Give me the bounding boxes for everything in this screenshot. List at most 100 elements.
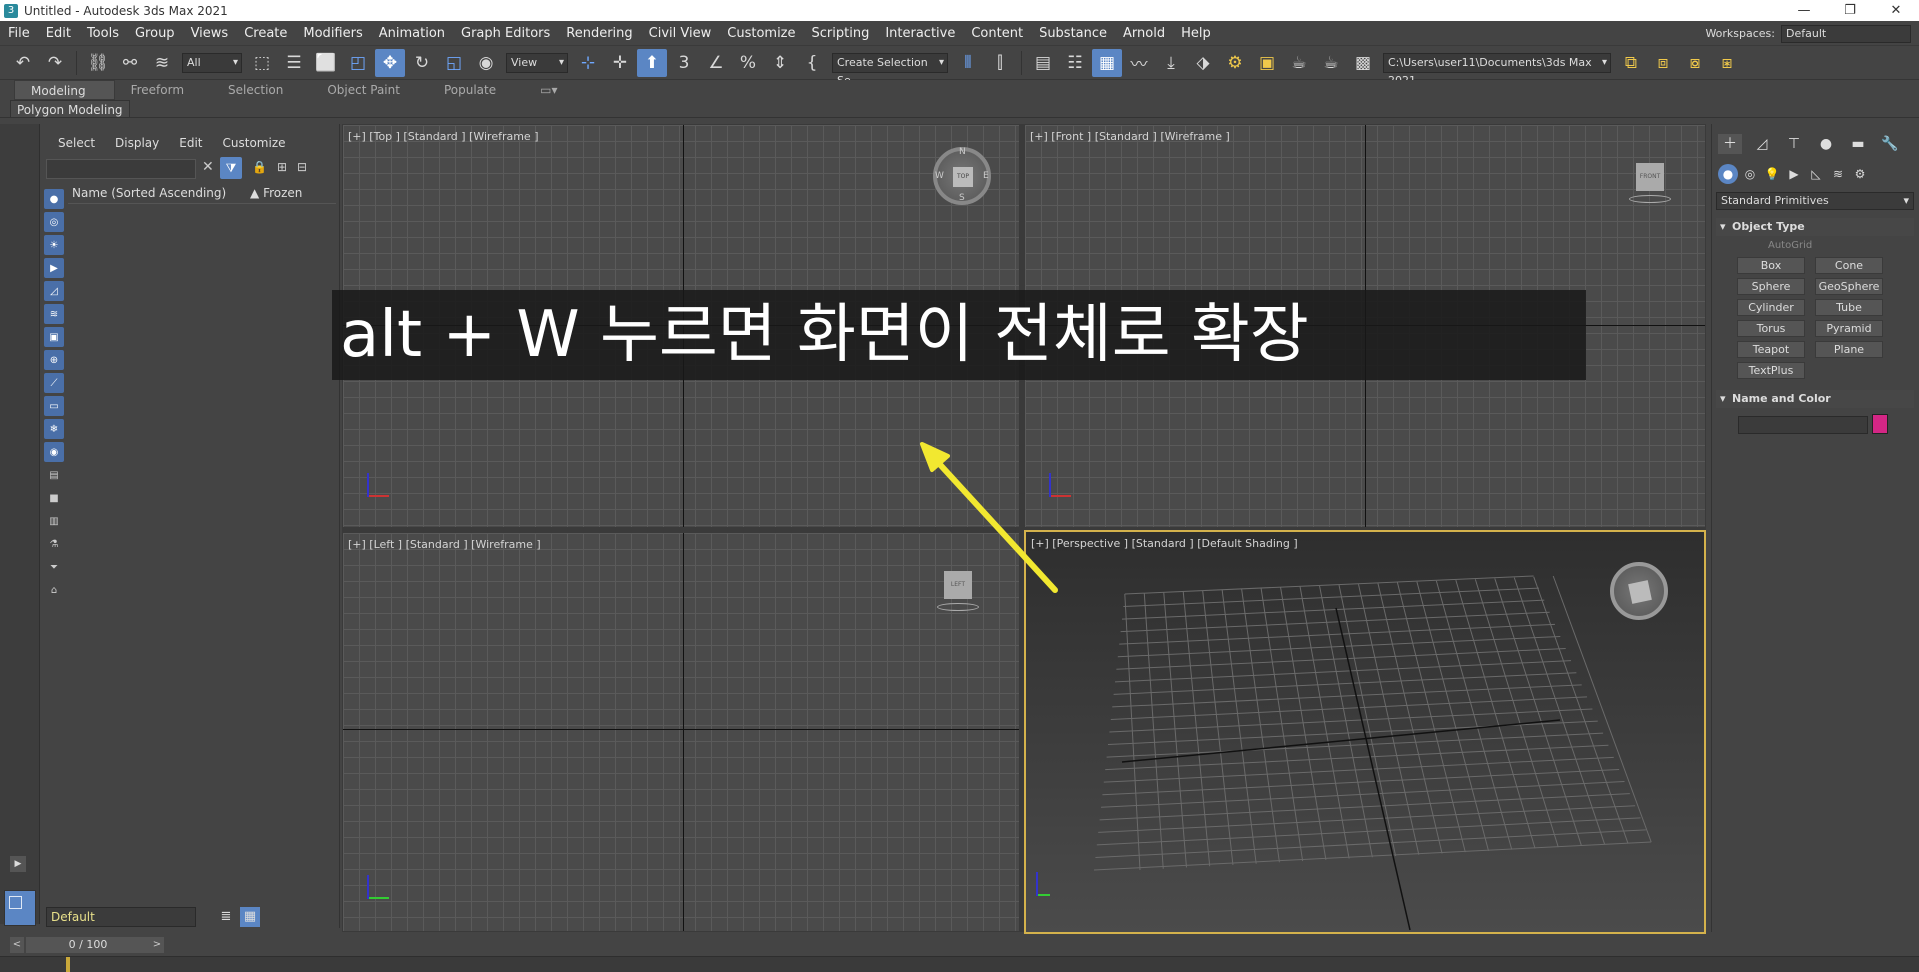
expand-strip-icon[interactable]: ▶	[10, 856, 26, 872]
menu-animation[interactable]: Animation	[371, 21, 453, 46]
spacewarps-filter-icon[interactable]: ≋	[44, 304, 64, 324]
menu-views[interactable]: Views	[183, 21, 237, 46]
frozen-filter-icon[interactable]: ❄	[44, 419, 64, 439]
toggle-scene-explorer-icon[interactable]: ▤	[1028, 49, 1058, 77]
viewcube-front[interactable]: FRONT	[1629, 163, 1671, 213]
funnel-icon[interactable]: ⏷	[44, 557, 64, 577]
pyramid-button[interactable]: Pyramid	[1815, 320, 1883, 337]
autogrid-checkbox[interactable]: AutoGrid	[1768, 240, 1812, 251]
geometry-filter-icon[interactable]: ●	[44, 189, 64, 209]
explorer-menu-select[interactable]: Select	[58, 136, 95, 150]
hierarchy-tab-icon[interactable]: ⊤	[1782, 134, 1806, 154]
explorer-menu-edit[interactable]: Edit	[179, 136, 202, 150]
tab-modeling[interactable]: Modeling	[14, 80, 115, 100]
polygon-modeling-panel[interactable]: Polygon Modeling	[10, 100, 130, 118]
minimize-button[interactable]: —	[1781, 0, 1827, 21]
spinner-snap-icon[interactable]: ⇕	[765, 49, 795, 77]
material-editor-icon[interactable]: ⬗	[1188, 49, 1218, 77]
align-icon[interactable]: ⫿	[985, 49, 1015, 77]
render-production-icon[interactable]: ☕	[1284, 49, 1314, 77]
helpers-filter-icon[interactable]: ◿	[44, 281, 64, 301]
project-open-icon[interactable]: ⧈	[1648, 49, 1678, 77]
project-settings-icon[interactable]: ⧆	[1712, 49, 1742, 77]
cameras-category-icon[interactable]: ▶	[1784, 164, 1804, 184]
systems-category-icon[interactable]: ⚙	[1850, 164, 1870, 184]
xrefs-filter-icon[interactable]: ⊕	[44, 350, 64, 370]
none-filter-icon[interactable]: ■	[44, 488, 64, 508]
named-selection-dropdown[interactable]: Create Selection Se	[832, 52, 948, 87]
track-bar[interactable]	[0, 956, 1919, 972]
column-frozen[interactable]: ▲ Frozen	[246, 186, 302, 203]
angle-snap-icon[interactable]: ∠	[701, 49, 731, 77]
selection-filter-dropdown[interactable]: All	[182, 52, 242, 73]
explorer-list[interactable]	[68, 206, 336, 926]
cylinder-button[interactable]: Cylinder	[1737, 299, 1805, 316]
find-icon[interactable]: ⚗	[44, 534, 64, 554]
percent-snap-icon[interactable]: %	[733, 49, 763, 77]
viewport-left[interactable]: [+] [Left ] [Standard ] [Wireframe ] LEF…	[342, 532, 1020, 932]
project-path-dropdown[interactable]: C:\Users\user11\Documents\3ds Max 2021	[1383, 52, 1611, 87]
navcube-perspective[interactable]	[1610, 562, 1668, 620]
tab-selection[interactable]: Selection	[212, 80, 311, 100]
menu-tools[interactable]: Tools	[79, 21, 127, 46]
cone-button[interactable]: Cone	[1815, 257, 1883, 274]
torus-button[interactable]: Torus	[1737, 320, 1805, 337]
select-object-icon[interactable]: ⬚	[247, 49, 277, 77]
toggle-ribbon-icon[interactable]: ▦	[1092, 48, 1122, 77]
render-in-cloud-icon[interactable]: ▩	[1348, 49, 1378, 77]
manipulate-icon[interactable]: ✛	[605, 49, 635, 77]
menu-modifiers[interactable]: Modifiers	[295, 21, 370, 46]
box-button[interactable]: Box	[1737, 257, 1805, 274]
containers-filter-icon[interactable]: ▭	[44, 396, 64, 416]
tab-freeform[interactable]: Freeform	[115, 80, 212, 100]
undo-icon[interactable]: ↶	[8, 49, 38, 77]
shapes-filter-icon[interactable]: ◎	[44, 212, 64, 232]
rectangular-selection-icon[interactable]: ⬜	[311, 49, 341, 77]
name-and-color-rollout[interactable]: Name and Color	[1716, 390, 1914, 408]
menu-interactive[interactable]: Interactive	[877, 21, 963, 46]
plane-button[interactable]: Plane	[1815, 341, 1883, 358]
keyboard-shortcut-override-icon[interactable]: ⬆	[637, 48, 667, 77]
spacewarps-category-icon[interactable]: ≋	[1828, 164, 1848, 184]
create-tab-icon[interactable]: ＋	[1718, 134, 1742, 154]
menu-file[interactable]: File	[0, 21, 38, 46]
teapot-button[interactable]: Teapot	[1737, 341, 1805, 358]
geometry-category-icon[interactable]: ●	[1718, 164, 1738, 184]
workspaces-dropdown[interactable]: Default	[1781, 24, 1911, 43]
bones-filter-icon[interactable]: ⟋	[44, 373, 64, 393]
object-color-swatch[interactable]	[1872, 414, 1888, 434]
link-icon[interactable]: ⛓	[83, 49, 113, 77]
select-and-place-icon[interactable]: ◉	[471, 49, 501, 77]
shapes-category-icon[interactable]: ◎	[1740, 164, 1760, 184]
time-cursor[interactable]	[66, 957, 70, 972]
menu-customize[interactable]: Customize	[719, 21, 803, 46]
redo-icon[interactable]: ↷	[40, 49, 70, 77]
all-filter-icon[interactable]: ▤	[44, 465, 64, 485]
layer-dropdown[interactable]: Default	[46, 907, 196, 927]
menu-rendering[interactable]: Rendering	[558, 21, 640, 46]
rendered-frame-window-icon[interactable]: ▣	[1252, 49, 1282, 77]
viewport-layout-icon[interactable]	[4, 890, 36, 926]
utilities-tab-icon[interactable]: 🔧	[1878, 134, 1902, 154]
window-crossing-icon[interactable]: ◰	[343, 49, 373, 77]
viewport-label[interactable]: [+] [Top ] [Standard ] [Wireframe ]	[348, 130, 539, 143]
menu-arnold[interactable]: Arnold	[1115, 21, 1173, 46]
menu-help[interactable]: Help	[1173, 21, 1219, 46]
explorer-menu-customize[interactable]: Customize	[223, 136, 286, 150]
tab-object-paint[interactable]: Object Paint	[311, 80, 428, 100]
filter-icon[interactable]: ⧩	[220, 157, 242, 179]
viewport-label[interactable]: [+] [Left ] [Standard ] [Wireframe ]	[348, 538, 541, 551]
invert-filter-icon[interactable]: ▥	[44, 511, 64, 531]
lock-icon[interactable]: 🔒	[252, 160, 267, 174]
viewport-label[interactable]: [+] [Perspective ] [Standard ] [Default …	[1031, 537, 1298, 550]
display-tab-icon[interactable]: ▬	[1846, 134, 1870, 154]
viewcube-left[interactable]: LEFT	[937, 571, 979, 621]
menu-civil-view[interactable]: Civil View	[641, 21, 720, 46]
tab-populate[interactable]: Populate	[428, 80, 524, 100]
tube-button[interactable]: Tube	[1815, 299, 1883, 316]
prev-frame-button[interactable]: <	[10, 937, 24, 953]
bind-space-warp-icon[interactable]: ≋	[147, 49, 177, 77]
select-by-name-icon[interactable]: ☰	[279, 49, 309, 77]
navcube-top[interactable]: TOP N S W E	[933, 147, 991, 205]
project-folder-icon[interactable]: ⧉	[1616, 49, 1646, 77]
